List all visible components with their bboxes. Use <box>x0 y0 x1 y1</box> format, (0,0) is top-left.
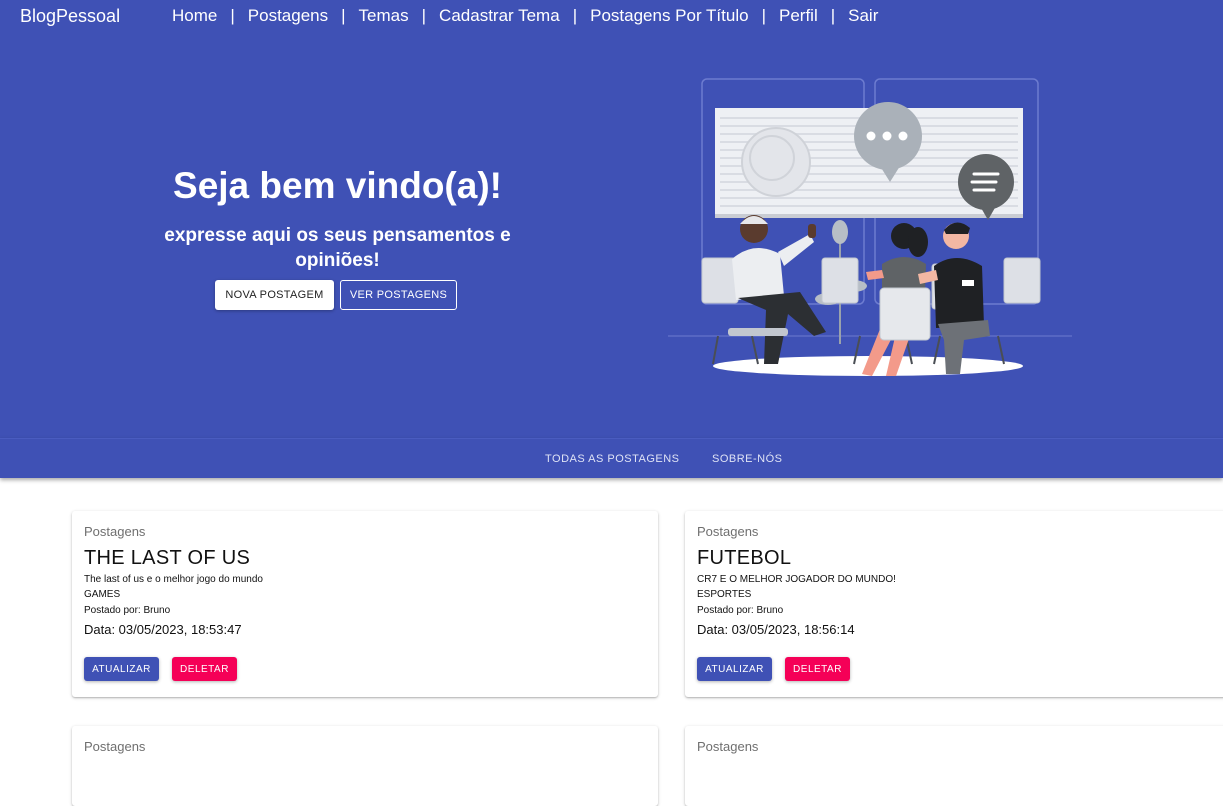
main-nav: Home | Postagens | Temas | Cadastrar Tem… <box>172 6 878 26</box>
card-label: Postagens <box>697 524 759 539</box>
people-chatting-illustration <box>668 78 1072 376</box>
delete-button[interactable]: DELETAR <box>172 657 237 681</box>
nav-perfil[interactable]: Perfil <box>779 6 818 26</box>
post-author: Postado por: Bruno <box>697 605 784 616</box>
view-posts-button[interactable]: VER POSTAGENS <box>340 280 457 310</box>
tab-sobre-nos[interactable]: SOBRE-NÓS <box>712 453 783 465</box>
nav-postagens[interactable]: Postagens <box>248 6 328 26</box>
nav-separator: | <box>761 6 766 25</box>
nav-cadastrar-tema[interactable]: Cadastrar Tema <box>439 6 560 26</box>
nav-postagens-por-titulo[interactable]: Postagens Por Título <box>590 6 748 26</box>
hero-section: Seja bem vindo(a)! expresse aqui os seus… <box>0 34 1223 438</box>
post-date: Data: 03/05/2023, 18:56:14 <box>697 622 855 637</box>
nav-separator: | <box>230 6 235 25</box>
card-label: Postagens <box>697 739 759 754</box>
nav-home[interactable]: Home <box>172 6 217 26</box>
post-date: Data: 03/05/2023, 18:53:47 <box>84 622 242 637</box>
post-text: CR7 E O MELHOR JOGADOR DO MUNDO! <box>697 574 896 585</box>
update-button[interactable]: ATUALIZAR <box>84 657 159 681</box>
brand-logo[interactable]: BlogPessoal <box>20 6 120 27</box>
post-title: FUTEBOL <box>697 547 792 569</box>
hero-subtitle: expresse aqui os seus pensamentos e opin… <box>164 225 511 271</box>
nav-separator: | <box>830 6 836 25</box>
tab-todas-postagens[interactable]: TODAS AS POSTAGENS <box>545 453 680 465</box>
nav-separator: | <box>421 6 427 25</box>
top-navbar: BlogPessoal Home | Postagens | Temas | C… <box>0 0 1223 34</box>
new-post-button[interactable]: NOVA POSTAGEM <box>215 280 334 310</box>
post-card: Postagens FUTEBOL CR7 E O MELHOR JOGADOR… <box>685 511 1223 697</box>
nav-separator: | <box>572 6 578 25</box>
post-theme: GAMES <box>84 589 121 600</box>
post-card: Postagens THE LAST OF US The last of us … <box>72 511 658 697</box>
update-button[interactable]: ATUALIZAR <box>697 657 772 681</box>
nav-sair[interactable]: Sair <box>848 6 878 26</box>
post-card: Postagens <box>72 726 658 806</box>
delete-button[interactable]: DELETAR <box>785 657 850 681</box>
post-theme: ESPORTES <box>697 589 752 600</box>
card-label: Postagens <box>84 524 146 539</box>
nav-temas[interactable]: Temas <box>359 6 409 26</box>
hero-title: Seja bem vindo(a)! <box>173 165 502 206</box>
card-label: Postagens <box>84 739 146 754</box>
nav-separator: | <box>341 6 346 25</box>
post-author: Postado por: Bruno <box>84 605 171 616</box>
post-title: THE LAST OF US <box>84 547 251 569</box>
post-text: The last of us e o melhor jogo do mundo <box>84 574 263 585</box>
post-card: Postagens <box>685 726 1223 806</box>
tabs-bar: TODAS AS POSTAGENS SOBRE-NÓS <box>0 438 1223 478</box>
